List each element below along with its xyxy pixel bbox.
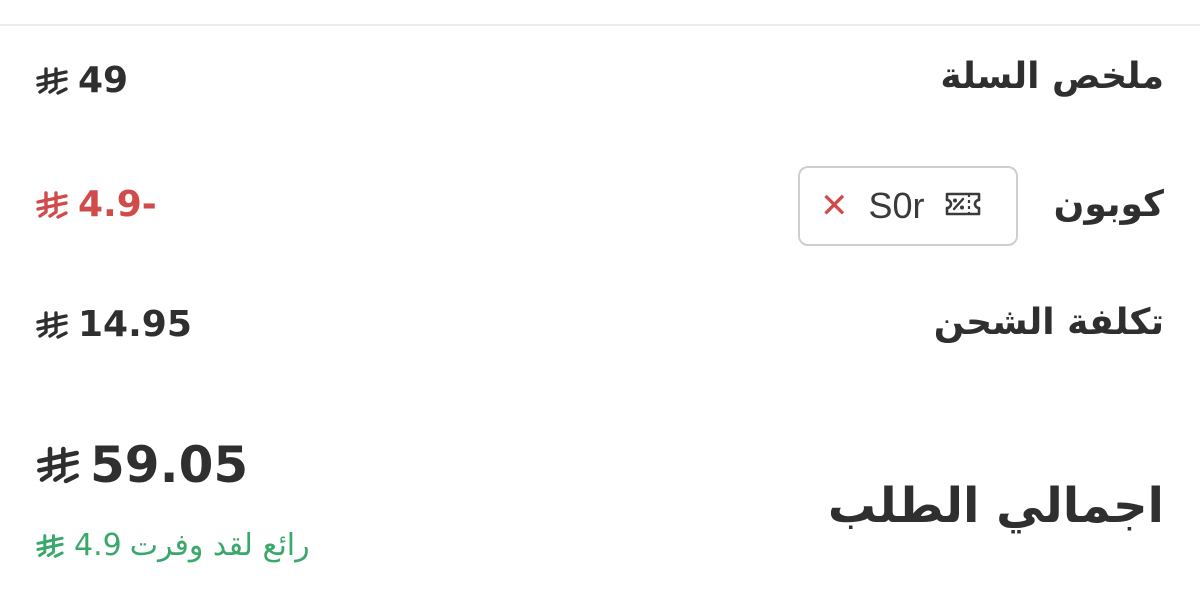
cart-amount: 49 <box>36 60 128 101</box>
cart-summary-label: ملخص السلة <box>940 56 1164 97</box>
close-icon[interactable]: ✕ <box>820 189 849 223</box>
cart-amount-value: 49 <box>78 60 129 101</box>
riyal-icon <box>36 533 64 559</box>
coupon-label: كوبون <box>1053 184 1164 225</box>
riyal-icon <box>36 66 68 96</box>
top-divider <box>0 24 1200 26</box>
order-total-row: 59.05 4.9 رائع لقد وفرت اجمالي الطلب <box>36 430 1164 580</box>
coupon-discount: 4.9- <box>36 184 157 225</box>
shipping-amount-value: 14.95 <box>78 304 192 345</box>
coupon-code: S0r <box>868 185 925 226</box>
saved-amount: 4.9 <box>74 528 122 563</box>
total-amount: 59.05 <box>36 436 248 494</box>
shipping-row: 14.95 تكلفة الشحن <box>36 300 1164 356</box>
coupon-chip[interactable]: ✕ S0r <box>798 166 1018 246</box>
saved-text: رائع لقد وفرت <box>129 528 310 563</box>
savings-note: 4.9 رائع لقد وفرت <box>36 528 310 563</box>
coupon-row: 4.9- ✕ S0r كوبون <box>36 164 1164 248</box>
order-total-label: اجمالي الطلب <box>827 478 1164 534</box>
riyal-icon <box>36 190 68 220</box>
riyal-icon <box>36 445 80 485</box>
total-amount-value: 59.05 <box>90 436 249 494</box>
coupon-ticket-icon <box>943 190 983 222</box>
shipping-label: تكلفة الشحن <box>933 302 1164 343</box>
shipping-amount: 14.95 <box>36 304 192 345</box>
coupon-discount-value: 4.9- <box>78 184 157 225</box>
riyal-icon <box>36 310 68 340</box>
cart-summary-row: 49 ملخص السلة <box>36 56 1164 112</box>
